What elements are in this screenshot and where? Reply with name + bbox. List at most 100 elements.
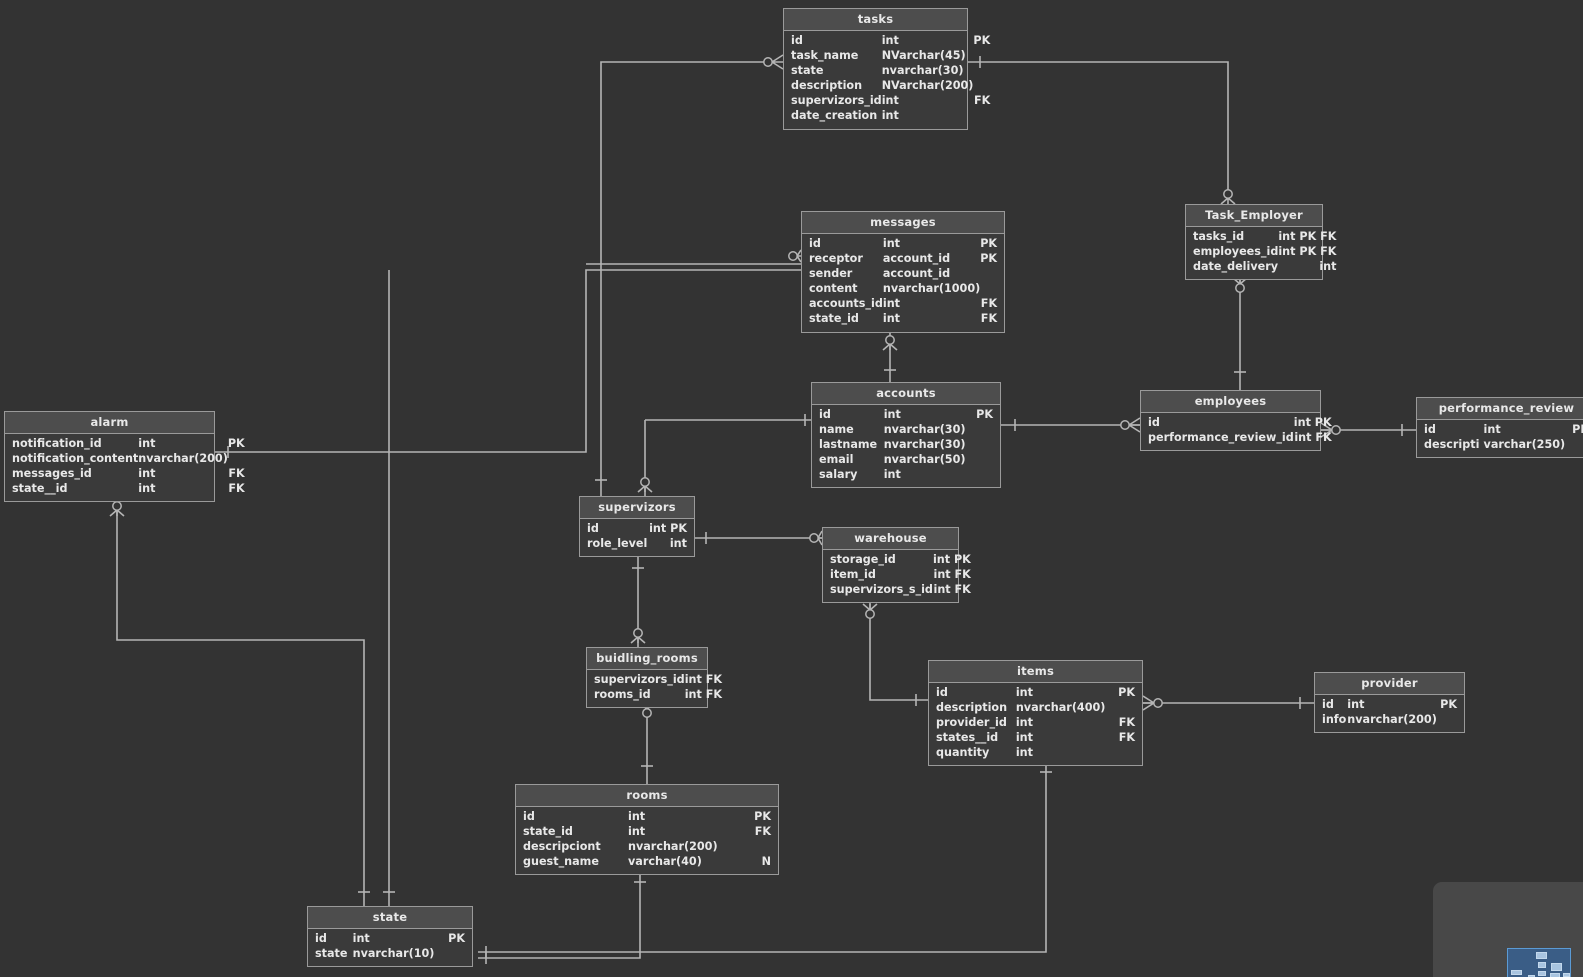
entity-columns: id int PK state nvarchar(10)	[308, 929, 472, 967]
er-diagram-canvas[interactable]: tasks id int PK task_name NVarchar(45) stat…	[0, 0, 1583, 977]
entity-provider[interactable]: provider id int PK info nvarchar(200)	[1314, 672, 1465, 734]
column-row: date_delivery int	[1193, 260, 1337, 274]
column-row: idintPK	[1322, 698, 1457, 711]
entity-columns: supervizors_id int FK rooms_id int FK	[587, 670, 722, 708]
column-row: storage_id int PK	[830, 553, 971, 566]
crowfoot-alarm-bottom	[109, 501, 125, 517]
column-row: item_id int FK	[830, 568, 971, 582]
column-row: idintPK	[1424, 423, 1583, 436]
crowfoot-tasks-left	[763, 54, 784, 70]
column-row: id int PK	[1148, 416, 1332, 429]
entity-title: state	[308, 907, 472, 929]
column-row: role_level int	[587, 537, 687, 551]
column-row: supervizors_id int FK	[594, 673, 723, 686]
column-row: receptor account_id PK	[809, 252, 998, 266]
entity-title: buidling_rooms	[587, 648, 707, 670]
crowfoot-warehouse-left	[809, 530, 823, 546]
crowfoot-items-right	[1142, 695, 1163, 711]
overview-minimap[interactable]	[1433, 882, 1583, 977]
column-row: supervizors_s_id int FK	[830, 583, 971, 597]
entity-columns: id int PK state_id int FK descripciont nvarch…	[516, 807, 778, 875]
entity-alarm[interactable]: alarm notification_id int PK notification_…	[4, 411, 245, 503]
crowfoot-buidlingrooms-top	[630, 628, 646, 644]
column-row: info nvarchar(200)	[1322, 713, 1437, 727]
entity-buidling-rooms[interactable]: buidling_rooms supervizors_id int FK room…	[586, 647, 722, 709]
link-tasks-supervizors	[600, 61, 772, 496]
column-row: content nvarchar(1000)	[809, 282, 981, 296]
column-row: id int PK	[587, 522, 687, 535]
column-row: idintPK	[523, 810, 771, 823]
entity-title: items	[929, 661, 1142, 683]
column-row: descripciont nvarchar(200)	[523, 840, 718, 854]
link-warehouse-items	[869, 600, 928, 701]
entity-title: performance_review	[1417, 398, 1583, 420]
link-alarm-messages	[215, 269, 801, 453]
entity-messages[interactable]: messages id int PK receptor account_id PK se…	[801, 211, 1005, 333]
column-row: salary int	[819, 468, 901, 482]
crowfoot-messages-bottom	[882, 335, 898, 351]
column-row: state_id int FK	[523, 825, 771, 839]
entity-tasks[interactable]: tasks id int PK task_name NVarchar(45) stat…	[783, 8, 990, 130]
entity-title: rooms	[516, 785, 778, 807]
column-row: state__id int FK	[12, 482, 245, 496]
column-row: idintPK	[936, 686, 1135, 699]
entity-title: employees	[1141, 391, 1320, 413]
crowfoot-employees-left	[1120, 417, 1141, 433]
column-row: supervizors_id int FK	[791, 94, 991, 108]
entity-columns: id int PK receptor account_id PK sender accou…	[802, 234, 1004, 332]
minimap-node	[1538, 962, 1546, 968]
column-row: description nvarchar(400)	[936, 701, 1106, 715]
minimap-viewport-rect[interactable]	[1507, 948, 1571, 977]
minimap-node	[1551, 963, 1562, 971]
entity-title: tasks	[784, 9, 967, 31]
column-row: accounts_id int FK	[809, 297, 998, 311]
column-row: quantity int	[936, 746, 1033, 760]
column-row: descripti varchar(250)	[1424, 438, 1566, 452]
link-alarm-state	[116, 492, 365, 906]
entity-employees[interactable]: employees id int PK performance_review_id…	[1140, 390, 1332, 452]
column-row: lastname nvarchar(30)	[819, 438, 966, 452]
column-row: email nvarchar(50)	[819, 453, 966, 467]
entity-accounts[interactable]: accounts id int PK name nvarchar(30) lastna…	[811, 382, 1001, 489]
minimap-node	[1563, 973, 1570, 977]
entity-title: accounts	[812, 383, 1000, 405]
column-row: task_name NVarchar(45)	[791, 49, 966, 63]
entity-title: messages	[802, 212, 1004, 234]
minimap-node	[1511, 970, 1522, 975]
column-row: provider_id int FK	[936, 716, 1135, 730]
column-row: state_id int FK	[809, 312, 998, 326]
minimap-node	[1538, 971, 1546, 976]
entity-title: Task_Employer	[1186, 205, 1322, 227]
column-row: name nvarchar(30)	[819, 423, 966, 437]
column-row: idintPK	[809, 237, 998, 250]
link-rooms-state	[478, 868, 641, 959]
entity-columns: storage_id int PK item_id int FK supervizo…	[823, 550, 971, 603]
column-row: idintPK	[819, 408, 993, 421]
link-tasks-taskemployer	[968, 61, 1229, 190]
entity-performance-review[interactable]: performance_review idintPK descriptivarc…	[1416, 397, 1583, 459]
entity-columns: tasks_id int PK FK employees_id int PK FK …	[1186, 227, 1336, 280]
entity-columns: id int PK name nvarchar(30) lastname nvarcha…	[812, 405, 1000, 488]
column-row: idintPK	[315, 932, 465, 945]
entity-rooms[interactable]: rooms id int PK state_id int FK descripciont…	[515, 784, 779, 876]
entity-state[interactable]: state id int PK state nvarchar(10)	[307, 906, 473, 968]
entity-columns: notification_id int PK notification_conten…	[5, 434, 245, 502]
crowfoot-taskemployer-top	[1220, 189, 1236, 205]
crowfoot-supervizors-top	[637, 477, 653, 493]
entity-columns: idintPK descriptivarchar(250)	[1417, 420, 1583, 458]
column-row: notification_content nvarchar(200)	[12, 452, 228, 466]
column-row: state nvarchar(30)	[791, 64, 964, 78]
crowfoot-warehouse-bottom	[862, 603, 878, 619]
entity-warehouse[interactable]: warehouse storage_id int PK item_id int FK…	[822, 527, 971, 604]
minimap-node	[1550, 973, 1560, 977]
entity-supervizors[interactable]: supervizors id int PK role_level int	[579, 496, 695, 558]
column-row: description NVarchar(200)	[791, 79, 974, 93]
entity-items[interactable]: items id int PK description nvarchar(400) p…	[928, 660, 1143, 767]
column-row: employees_id int PK FK	[1193, 245, 1337, 259]
column-row: messages_id int FK	[12, 467, 245, 481]
entity-columns: id int PK info nvarchar(200)	[1315, 695, 1464, 733]
column-row: rooms_id int FK	[594, 688, 723, 702]
column-row: notification_id int PK	[12, 437, 245, 450]
entity-task-employer[interactable]: Task_Employer tasks_id int PK FK employee…	[1185, 204, 1336, 281]
crowfoot-messages-left	[788, 249, 802, 263]
